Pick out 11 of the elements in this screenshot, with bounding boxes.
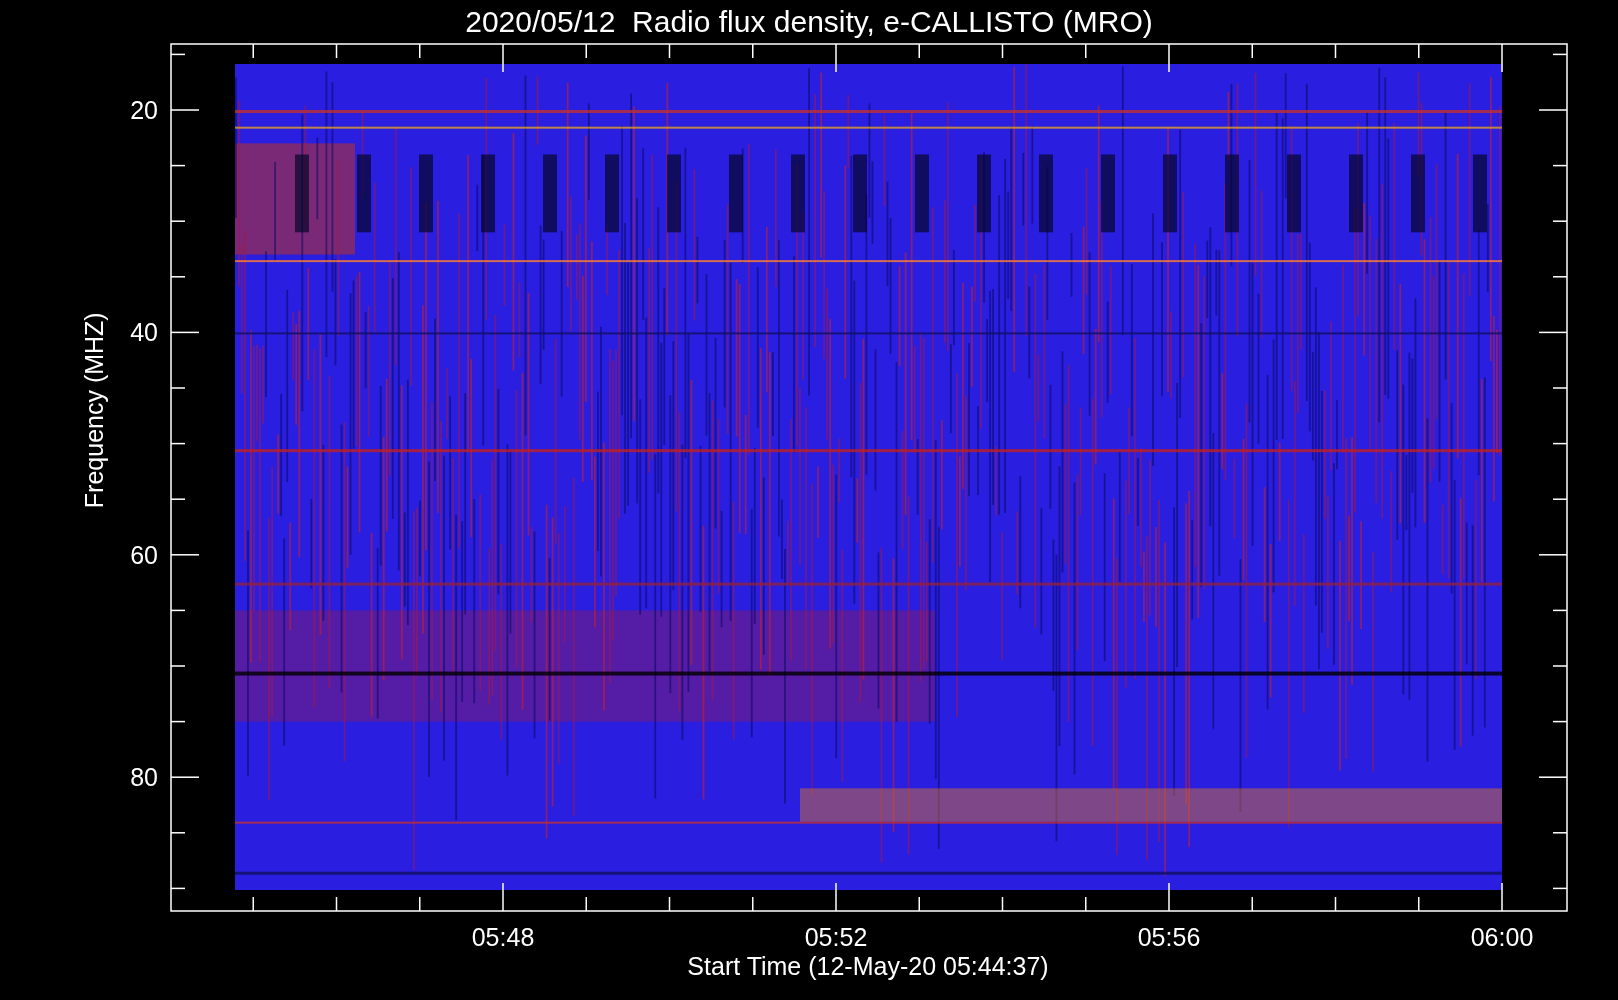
x-axis-label: Start Time (12-May-20 05:44:37)	[687, 952, 1049, 980]
chart-title: 2020/05/12 Radio flux density, e-CALLISTO (MRO)	[465, 5, 1153, 38]
x-tick-label: 06:00	[1470, 923, 1534, 951]
y-tick-label: 60	[130, 540, 158, 569]
y-tick-label: 40	[130, 318, 158, 347]
y-axis-label: Frequency (MHZ)	[80, 312, 108, 509]
x-tick-label: 05:56	[1137, 923, 1201, 951]
y-tick-label: 80	[130, 763, 158, 792]
x-tick-label: 05:48	[471, 923, 535, 951]
x-tick-label: 05:52	[804, 923, 868, 951]
y-tick-label: 20	[130, 96, 158, 124]
